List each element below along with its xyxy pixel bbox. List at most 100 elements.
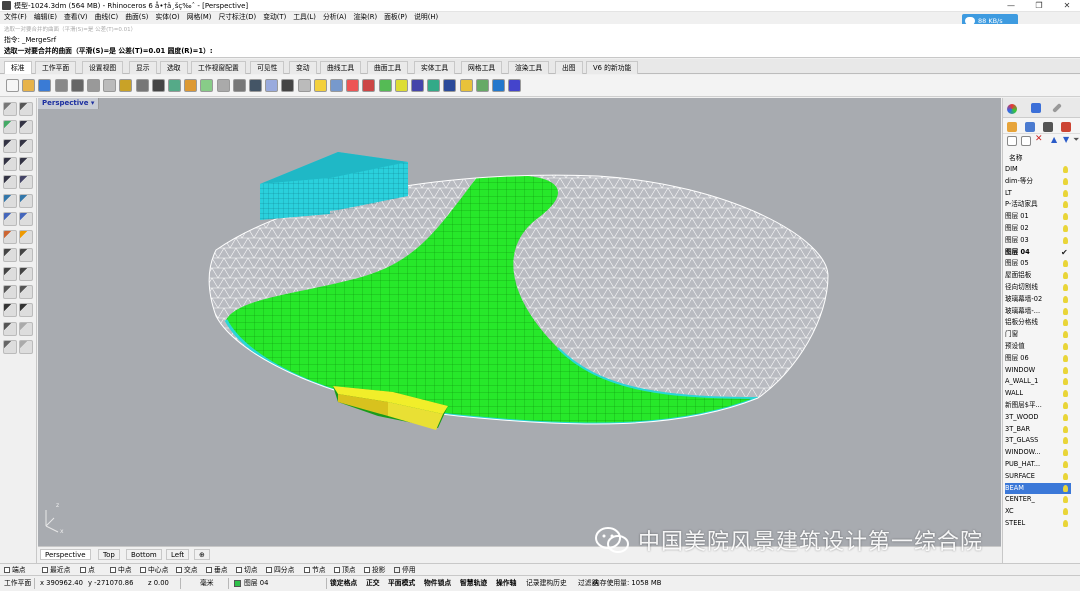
- layer-visibility-bulb-icon[interactable]: [1063, 177, 1068, 185]
- menu-item[interactable]: 曲线(C): [95, 12, 119, 23]
- layer-row[interactable]: dim-等分: [1005, 176, 1071, 188]
- layer-row[interactable]: SURFACE: [1005, 471, 1071, 483]
- osnap-option[interactable]: 顶点: [334, 565, 356, 575]
- status-toggle[interactable]: 正交: [366, 578, 380, 589]
- checkbox-icon[interactable]: [304, 567, 310, 573]
- layer-row[interactable]: A_WALL_1: [1005, 376, 1071, 388]
- layer-row[interactable]: 图层 05: [1005, 258, 1071, 270]
- checkbox-icon[interactable]: [206, 567, 212, 573]
- zoom-selected-icon[interactable]: [232, 79, 246, 92]
- layer-row[interactable]: 图层 04 ✔: [1005, 247, 1071, 259]
- layer-row[interactable]: WALL: [1005, 388, 1071, 400]
- command-input[interactable]: 选取一对要合并的曲面（平滑(S)=是 公差(T)=0.01 圆度(R)=1）:: [4, 45, 213, 55]
- layer-row[interactable]: 门窗: [1005, 329, 1071, 341]
- osnap-option[interactable]: 垂点: [206, 565, 228, 575]
- delete-layer-icon[interactable]: ✕: [1035, 134, 1043, 144]
- menu-item[interactable]: 变动(T): [263, 12, 286, 23]
- layer-row[interactable]: WINDOW: [1005, 365, 1071, 377]
- render-icon[interactable]: [411, 79, 424, 92]
- layer-row[interactable]: LT: [1005, 188, 1071, 200]
- menu-item[interactable]: 面板(P): [384, 12, 407, 23]
- osnap-option[interactable]: 投影: [364, 565, 386, 575]
- checkbox-icon[interactable]: [266, 567, 272, 573]
- layer-visibility-bulb-icon[interactable]: [1063, 425, 1068, 433]
- select-points-icon[interactable]: [19, 102, 33, 116]
- zoom-extents-icon[interactable]: [216, 79, 230, 92]
- tab-13[interactable]: 出图: [555, 61, 583, 74]
- layer-visibility-bulb-icon[interactable]: [1063, 508, 1068, 516]
- rectangle-icon[interactable]: [3, 156, 17, 171]
- perspective-viewport[interactable]: Perspective ▾ z x: [38, 98, 1001, 546]
- osnap-option[interactable]: 中点: [110, 565, 132, 575]
- layer-row[interactable]: 图层 02: [1005, 223, 1071, 235]
- tab-4[interactable]: 选取: [160, 61, 188, 74]
- layer-row[interactable]: 3T_WOOD: [1005, 412, 1071, 424]
- tab-14[interactable]: V6 的新功能: [586, 61, 639, 74]
- layer-row[interactable]: WINDOW...: [1005, 447, 1071, 459]
- layer-row[interactable]: 新图层$平...: [1005, 400, 1071, 412]
- layer-row[interactable]: 预设值: [1005, 341, 1071, 353]
- viewport-tab-3[interactable]: Left: [166, 549, 190, 560]
- array-icon[interactable]: [3, 285, 17, 299]
- layer-row[interactable]: 3T_GLASS: [1005, 435, 1071, 447]
- layer-visibility-bulb-icon[interactable]: [1063, 472, 1068, 480]
- checkbox-icon[interactable]: [334, 567, 340, 573]
- layer-row[interactable]: 玻璃幕墙-02: [1005, 294, 1071, 306]
- layers-tab-icon[interactable]: [1031, 103, 1041, 113]
- layer-row[interactable]: BEAM: [1005, 482, 1071, 495]
- hide-icon[interactable]: [362, 79, 376, 92]
- layer-visibility-bulb-icon[interactable]: [1063, 166, 1068, 173]
- layer-row[interactable]: 图层 01: [1005, 211, 1071, 223]
- menu-item[interactable]: 曲面(S): [125, 12, 148, 23]
- viewport-menu-arrow-icon[interactable]: ▾: [91, 99, 95, 107]
- folder-icon[interactable]: [1007, 122, 1017, 132]
- tab-8[interactable]: 曲线工具: [320, 61, 362, 74]
- restore-button[interactable]: ❐: [1026, 0, 1052, 12]
- tab-6[interactable]: 可见性: [250, 61, 285, 74]
- layer-visibility-bulb-icon[interactable]: [1063, 461, 1068, 468]
- checkbox-icon[interactable]: [110, 567, 116, 573]
- zoom-all-icon[interactable]: [249, 79, 262, 92]
- layer-visibility-bulb-icon[interactable]: [1063, 366, 1068, 374]
- copy-icon[interactable]: [19, 248, 33, 263]
- layer-visibility-bulb-icon[interactable]: [1063, 402, 1068, 409]
- layer-icon[interactable]: [3, 339, 17, 354]
- osnap-option[interactable]: 节点: [304, 565, 326, 575]
- layer-row[interactable]: 径向切割线: [1005, 282, 1071, 294]
- texture-icon[interactable]: [443, 79, 457, 92]
- lock-icon[interactable]: [378, 79, 392, 92]
- osnap-option[interactable]: 交点: [176, 565, 198, 575]
- osnap-option[interactable]: 停用: [394, 565, 416, 575]
- mirror-icon[interactable]: [19, 285, 33, 299]
- pen-icon[interactable]: [1052, 103, 1062, 113]
- minimize-button[interactable]: —: [998, 0, 1024, 12]
- checkbox-icon[interactable]: [80, 567, 86, 573]
- circle-icon[interactable]: [3, 175, 17, 190]
- status-toggle[interactable]: 物件锁点: [424, 578, 451, 589]
- tab-2[interactable]: 设置视图: [82, 61, 124, 74]
- status-toggle[interactable]: 记录建构历史: [526, 578, 567, 589]
- menu-item[interactable]: 实体(O): [155, 12, 179, 23]
- save-icon[interactable]: [38, 79, 52, 92]
- help-icon[interactable]: [508, 79, 522, 92]
- osnap-option[interactable]: 最近点: [42, 565, 70, 575]
- layer-visibility-bulb-icon[interactable]: [1063, 437, 1068, 445]
- checkbox-icon[interactable]: [4, 567, 10, 573]
- menu-item[interactable]: 网格(M): [187, 12, 212, 23]
- undo-icon[interactable]: [135, 79, 149, 92]
- boolean-icon[interactable]: [3, 230, 17, 245]
- layer-visibility-bulb-icon[interactable]: [1063, 213, 1068, 221]
- osnap-option[interactable]: 四分点: [266, 565, 294, 575]
- layer-visibility-bulb-icon[interactable]: [1063, 295, 1068, 303]
- layer-visibility-bulb-icon[interactable]: [1063, 520, 1068, 527]
- extrude-icon[interactable]: [19, 193, 33, 208]
- viewport-label[interactable]: Perspective ▾: [38, 98, 100, 109]
- layer-row[interactable]: 铝板分格线: [1005, 317, 1071, 329]
- print-icon[interactable]: [54, 79, 68, 92]
- zoom-window-icon[interactable]: [200, 79, 214, 92]
- tab-3[interactable]: 显示: [129, 61, 157, 74]
- select-icon[interactable]: [3, 102, 17, 116]
- layer-row[interactable]: 图层 06: [1005, 353, 1071, 365]
- tab-5[interactable]: 工作视窗配置: [191, 61, 246, 74]
- filter-icon[interactable]: ⏷: [1073, 135, 1079, 145]
